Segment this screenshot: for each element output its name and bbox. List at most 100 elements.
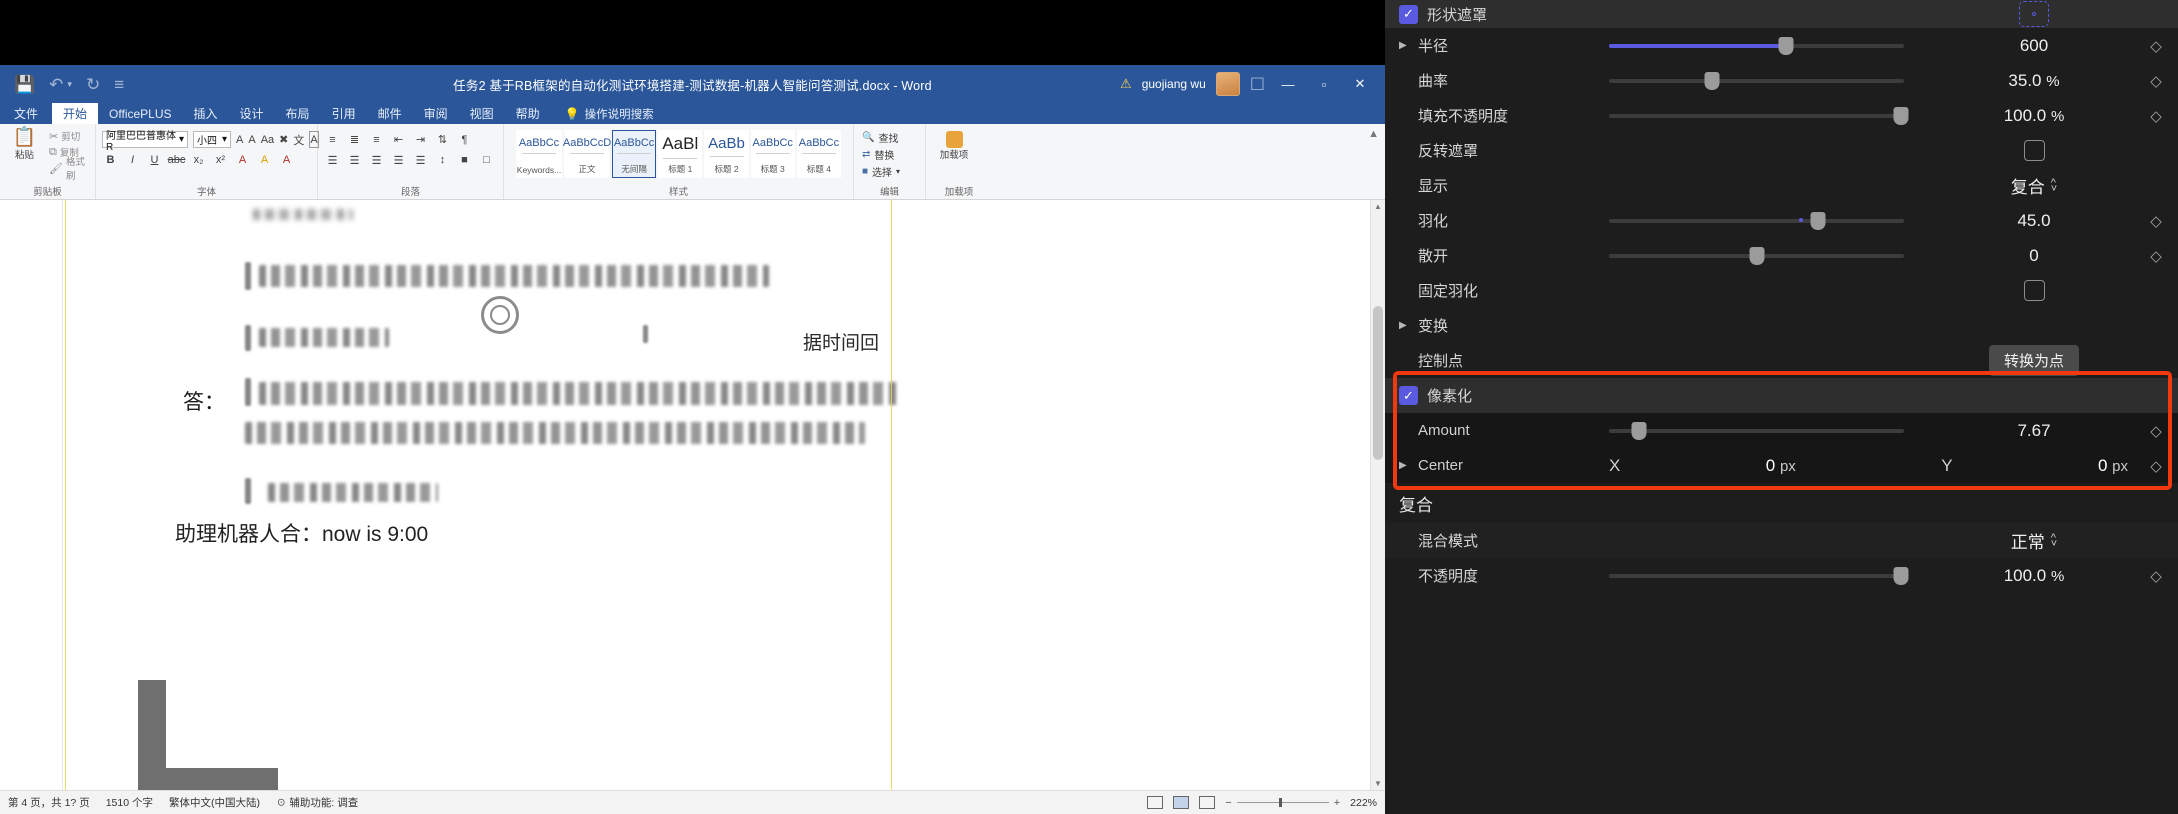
center-x-field[interactable]: 0 px [1766, 456, 1796, 476]
close-button[interactable]: ✕ [1347, 76, 1373, 92]
clear-formatting-button[interactable]: ✖ [279, 131, 288, 148]
bold-button[interactable]: B [102, 152, 119, 169]
paste-button[interactable]: 📋 粘贴 [6, 127, 43, 176]
row-fill-opacity[interactable]: ▶ 填充不透明度 100.0 % ◇ [1385, 98, 2178, 133]
row-feather[interactable]: ▶ 羽化 45.0 ◇ [1385, 203, 2178, 238]
row-pixelate-amount[interactable]: ▶ Amount 7.67 ◇ [1385, 413, 2178, 448]
style-item[interactable]: AaBbCc Keywords... [516, 130, 562, 178]
select-button[interactable]: ■ 选择 ▾ [862, 163, 917, 180]
align-center-icon[interactable]: ☰ [346, 152, 363, 169]
row-radius[interactable]: ▶ 半径 600 ◇ [1385, 28, 2178, 63]
status-accessibility[interactable]: ☉ 辅助功能: 调查 [276, 795, 358, 810]
fill-opacity-value[interactable]: 100.0 % [1934, 106, 2134, 126]
font-name-combo[interactable]: 阿里巴巴普惠体 R ▾ [102, 131, 188, 153]
bullets-icon[interactable]: ≡ [324, 131, 341, 148]
cut-button[interactable]: ✂ 剪切 [49, 128, 89, 144]
shrink-font-button[interactable]: A [248, 131, 255, 148]
increase-indent-icon[interactable]: ⇥ [412, 131, 429, 148]
shading-icon[interactable]: ■ [456, 152, 473, 169]
tab-officeplus[interactable]: OfficePLUS [98, 103, 182, 124]
invert-mask-checkbox[interactable] [2023, 140, 2045, 161]
tab-references[interactable]: 引用 [321, 103, 367, 124]
zoom-out-button[interactable]: − [1225, 797, 1231, 809]
font-color-button[interactable]: A [278, 152, 295, 169]
disclosure-triangle-icon[interactable]: ▶ [1399, 40, 1409, 51]
blend-mode-dropdown[interactable]: 正常 ^ ˅ [1934, 528, 2134, 553]
zoom-knob[interactable] [1279, 798, 1283, 807]
align-right-icon[interactable]: ☰ [368, 152, 385, 169]
fill-opacity-slider-knob[interactable] [1893, 106, 1909, 125]
change-case-button[interactable]: Aa [261, 131, 274, 148]
row-control-points[interactable]: ▶ 控制点 转换为点 [1385, 343, 2178, 378]
pixelate-checkbox[interactable]: ✓ [1399, 386, 1418, 405]
spread-value[interactable]: 0 [1934, 246, 2134, 266]
keyframe-diamond-icon[interactable]: ◇ [2150, 567, 2162, 585]
amount-value[interactable]: 7.67 [1934, 421, 2134, 441]
status-language[interactable]: 繁体中文(中国大陆) [169, 795, 260, 810]
disclosure-triangle-icon[interactable]: ▶ [1399, 460, 1409, 471]
read-mode-view-icon[interactable] [1199, 796, 1216, 809]
tab-review[interactable]: 审阅 [413, 103, 459, 124]
tab-home[interactable]: 开始 [52, 103, 99, 124]
style-item[interactable]: AaBbCc 标题 4 [796, 130, 842, 178]
feather-slider[interactable] [1609, 211, 1904, 230]
radius-value[interactable]: 600 [1934, 36, 2134, 56]
find-button[interactable]: 🔍 查找 [862, 129, 917, 146]
grow-font-button[interactable]: A [236, 131, 243, 148]
display-dropdown[interactable]: 复合 ^ ˅ [1934, 173, 2134, 198]
keyframe-diamond-icon[interactable]: ◇ [2150, 212, 2162, 230]
tab-file[interactable]: 文件 [0, 103, 52, 124]
style-item[interactable]: AaBbCc 标题 3 [750, 130, 795, 178]
align-left-icon[interactable]: ☰ [324, 152, 341, 169]
row-invert-mask[interactable]: ▶ 反转遮罩 [1385, 133, 2178, 168]
curvature-slider-knob[interactable] [1704, 71, 1720, 90]
multilevel-list-icon[interactable]: ≡ [368, 131, 385, 148]
center-y-field[interactable]: 0 px [2098, 456, 2128, 476]
opacity-slider[interactable] [1609, 566, 1909, 585]
collapse-ribbon-icon[interactable]: ▲ [1368, 128, 1379, 140]
keyframe-diamond-icon[interactable]: ◇ [2150, 457, 2162, 475]
shape-mask-checkbox[interactable]: ✓ [1399, 4, 1418, 24]
line-spacing-icon[interactable]: ↕ [434, 152, 451, 169]
ribbon-display-options-icon[interactable]: ☐ [1250, 76, 1265, 93]
spread-slider-knob[interactable] [1749, 246, 1764, 265]
borders-icon[interactable]: □ [478, 152, 495, 169]
row-spread[interactable]: ▶ 散开 0 ◇ [1385, 238, 2178, 273]
strikethrough-button[interactable]: abc [168, 152, 186, 169]
tab-design[interactable]: 设计 [229, 103, 275, 124]
keyframe-diamond-icon[interactable]: ◇ [2150, 72, 2162, 90]
fixed-feather-checkbox[interactable] [2023, 280, 2045, 301]
undo-dropdown-icon[interactable]: ▾ [67, 79, 72, 90]
opacity-slider-knob[interactable] [1893, 566, 1909, 585]
phonetic-guide-button[interactable]: 文 [293, 131, 304, 148]
style-item-selected[interactable]: AaBbCc 无间隔 [612, 130, 657, 178]
sort-icon[interactable]: ⇅ [434, 131, 451, 148]
customize-qat-icon[interactable]: ≡ [114, 76, 124, 93]
mask-shape-icon[interactable] [2019, 1, 2049, 27]
zoom-level[interactable]: 222% [1350, 797, 1377, 809]
document-scrollbar[interactable]: ▲ ▼ [1370, 200, 1385, 790]
curvature-slider[interactable] [1609, 71, 1904, 90]
feather-value[interactable]: 45.0 [1934, 211, 2134, 231]
replace-button[interactable]: ⇄ 替换 [862, 146, 917, 163]
opacity-value[interactable]: 100.0 % [1934, 566, 2134, 586]
keyframe-diamond-icon[interactable]: ◇ [2150, 247, 2162, 265]
show-marks-icon[interactable]: ¶ [456, 131, 473, 148]
convert-to-points-button[interactable]: 转换为点 [1988, 345, 2079, 376]
maximize-button[interactable]: ▫ [1311, 77, 1337, 92]
highlight-button[interactable]: A [256, 152, 273, 169]
tab-insert[interactable]: 插入 [183, 103, 229, 124]
style-item[interactable]: AaBbCcD 正文 [563, 130, 611, 178]
fill-opacity-slider[interactable] [1609, 106, 1909, 125]
minimize-button[interactable]: — [1275, 77, 1301, 92]
subscript-button[interactable]: x₂ [190, 152, 207, 169]
scroll-up-icon[interactable]: ▲ [1371, 202, 1385, 211]
status-page[interactable]: 第 4 页，共 1? 页 [8, 795, 90, 810]
redo-icon[interactable]: ↻ [86, 76, 100, 93]
zoom-track[interactable] [1236, 798, 1329, 807]
zoom-in-button[interactable]: + [1334, 797, 1340, 809]
row-pixelate-center[interactable]: ▶ Center X 0 px Y 0 px ◇ [1385, 448, 2178, 483]
radius-slider-knob[interactable] [1778, 36, 1794, 55]
row-curvature[interactable]: ▶ 曲率 35.0 % ◇ [1385, 63, 2178, 98]
format-painter-button[interactable]: 🖌 格式刷 [49, 157, 89, 182]
